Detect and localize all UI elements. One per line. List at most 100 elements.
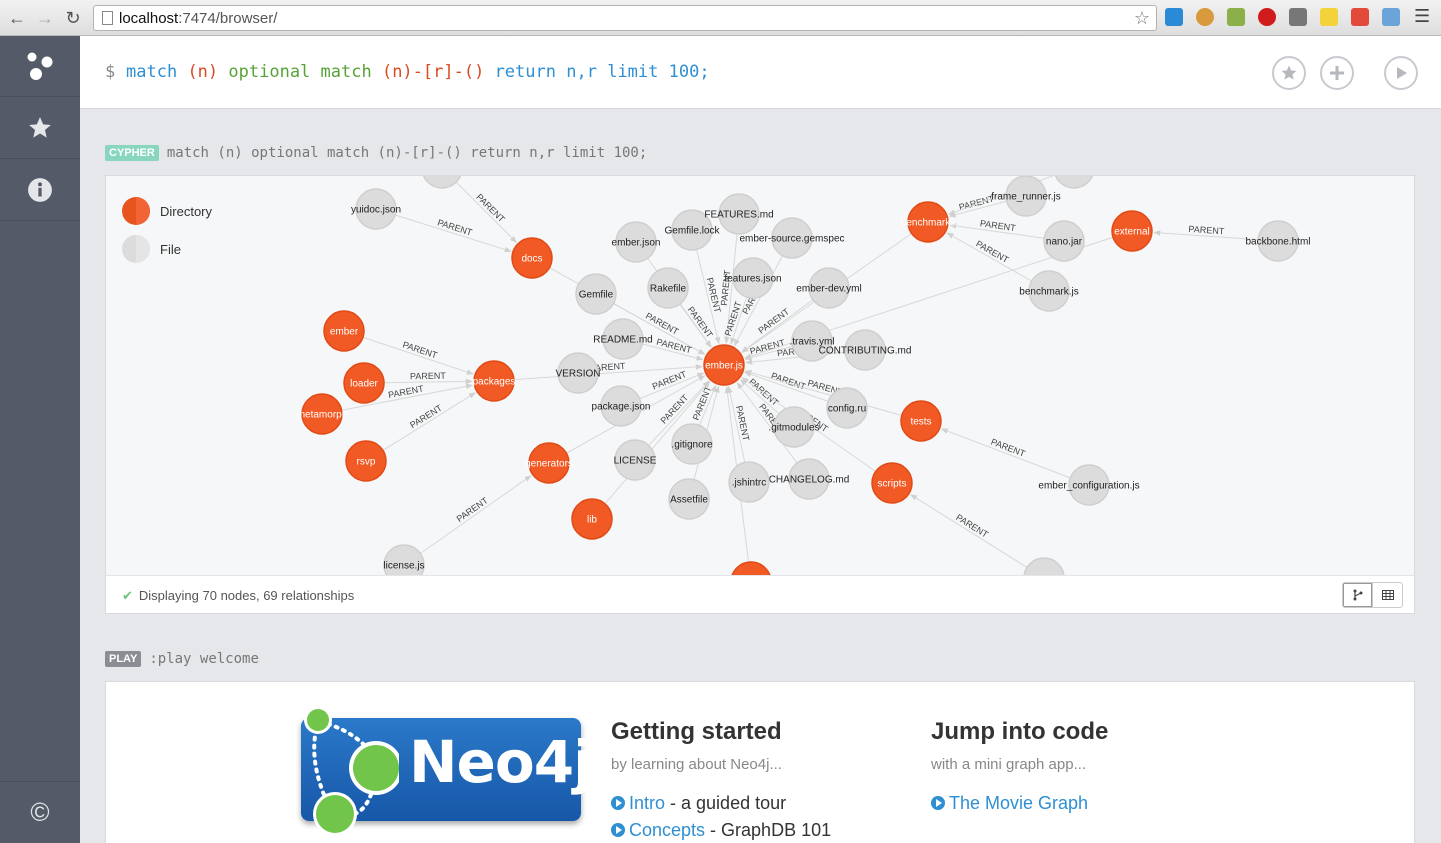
check-icon: ✔ bbox=[122, 588, 133, 603]
reload-icon[interactable]: ↻ bbox=[62, 7, 84, 29]
adblock-extension-icon[interactable] bbox=[1258, 8, 1276, 26]
file-node[interactable]: ember.json bbox=[612, 221, 661, 263]
directory-node[interactable]: generators bbox=[525, 442, 573, 484]
play-command-text[interactable]: :play welcome bbox=[149, 651, 259, 667]
file-node[interactable]: license.js bbox=[383, 544, 425, 575]
favorites-star-icon[interactable] bbox=[0, 98, 80, 159]
neo4j-logo-icon[interactable] bbox=[0, 36, 80, 97]
run-play-icon[interactable] bbox=[1384, 56, 1418, 90]
intro-link[interactable]: Intro bbox=[629, 793, 665, 813]
file-node[interactable]: package.json bbox=[592, 385, 651, 427]
file-node[interactable]: VERSION bbox=[555, 352, 601, 394]
intro-link-row[interactable]: Intro - a guided tour bbox=[611, 793, 831, 814]
info-icon[interactable] bbox=[0, 160, 80, 221]
graph-result-frame: PARENT PARENT PARENT PARENT PARENT PARENT PARE… bbox=[105, 175, 1415, 614]
directory-node[interactable]: scripts bbox=[871, 462, 913, 504]
file-node[interactable]: README.md bbox=[593, 318, 653, 360]
relationship-edge[interactable] bbox=[940, 428, 1071, 479]
node-label: LICENSE bbox=[614, 456, 657, 467]
node-label: .gitmodules bbox=[768, 423, 819, 434]
play-badge: PLAY bbox=[105, 651, 142, 667]
file-node[interactable]: config.ru bbox=[826, 387, 868, 429]
graph-view-button[interactable] bbox=[1343, 583, 1372, 607]
extension-icon[interactable] bbox=[1227, 8, 1245, 26]
query-input[interactable]: match (n) optional match (n)-[r]-() retu… bbox=[126, 62, 710, 82]
node-circle[interactable] bbox=[1023, 557, 1065, 575]
file-node[interactable] bbox=[1023, 557, 1065, 575]
node-label: yuidoc.json bbox=[351, 205, 401, 216]
file-node[interactable]: Gemfile bbox=[575, 273, 617, 315]
file-node[interactable]: backbone.html bbox=[1245, 220, 1311, 262]
relationship-label: PARENT bbox=[979, 218, 1016, 233]
legend-item-directory[interactable]: Directory bbox=[122, 192, 212, 230]
extension-icon[interactable] bbox=[1165, 8, 1183, 26]
directory-node[interactable]: docs bbox=[511, 237, 553, 279]
forward-arrow-icon[interactable]: → bbox=[34, 7, 56, 29]
directory-node[interactable]: loader bbox=[343, 362, 385, 404]
file-node[interactable]: Assetfile bbox=[668, 478, 710, 520]
relationship-edge[interactable] bbox=[946, 232, 1032, 282]
file-node[interactable]: .gitignore bbox=[671, 423, 713, 465]
file-node[interactable]: .jshintrc bbox=[728, 461, 770, 503]
file-node[interactable]: features.json bbox=[724, 257, 782, 299]
graph-visualization[interactable]: PARENTPARENTPARENTPARENTPARENT PARENT PARE… bbox=[106, 176, 1414, 575]
relationship-label: PARENT bbox=[1188, 224, 1225, 236]
add-plus-icon[interactable] bbox=[1320, 56, 1354, 90]
directory-node[interactable]: lib bbox=[571, 498, 613, 540]
directory-node[interactable]: ember.js bbox=[703, 344, 745, 386]
directory-node[interactable]: ember bbox=[323, 310, 365, 352]
copyright-icon[interactable]: © bbox=[0, 781, 80, 843]
directory-node[interactable]: external bbox=[1111, 210, 1153, 252]
graph-legend: Directory File bbox=[122, 192, 212, 268]
relationship-edge[interactable] bbox=[394, 214, 512, 253]
cookie-extension-icon[interactable] bbox=[1196, 8, 1214, 26]
node-circle[interactable] bbox=[422, 176, 462, 189]
directory-node[interactable]: tests bbox=[900, 400, 942, 442]
relationship-edge[interactable] bbox=[382, 392, 476, 451]
graph-canvas[interactable]: PARENT PARENT PARENT PARENT PARENT PARENT PARE… bbox=[106, 176, 1414, 575]
node-label: metamorph bbox=[297, 410, 348, 421]
directory-node[interactable]: metamorph bbox=[297, 393, 348, 435]
extension-icon[interactable] bbox=[1351, 8, 1369, 26]
query-editor[interactable]: $ match (n) optional match (n)-[r]-() re… bbox=[80, 36, 1441, 109]
file-node[interactable]: LICENSE bbox=[614, 439, 657, 481]
file-node[interactable]: frame_runner.js bbox=[991, 176, 1061, 217]
file-node[interactable]: nano.jar bbox=[1043, 220, 1085, 262]
directory-node[interactable]: packages bbox=[473, 360, 516, 402]
directory-node[interactable]: rsvp bbox=[345, 440, 387, 482]
concepts-link-row[interactable]: Concepts - GraphDB 101 bbox=[611, 820, 831, 841]
play-circle-icon bbox=[611, 823, 625, 837]
extension-icon[interactable] bbox=[1289, 8, 1307, 26]
relationship-edge[interactable] bbox=[910, 494, 1028, 568]
relationship-label: PARENT bbox=[408, 402, 444, 430]
movie-graph-link[interactable]: The Movie Graph bbox=[949, 793, 1088, 813]
concepts-link[interactable]: Concepts bbox=[629, 820, 705, 840]
legend-item-file[interactable]: File bbox=[122, 230, 212, 268]
back-arrow-icon[interactable]: ← bbox=[6, 7, 28, 29]
frame-query-text[interactable]: match (n) optional match (n)-[r]-() retu… bbox=[167, 145, 647, 161]
file-node[interactable]: yuidoc.json bbox=[351, 188, 401, 230]
table-view-button[interactable] bbox=[1372, 583, 1402, 607]
extension-icon[interactable] bbox=[1320, 8, 1338, 26]
directory-node[interactable] bbox=[731, 561, 771, 575]
file-node[interactable]: benchmark.js bbox=[1019, 270, 1079, 312]
node-circle[interactable] bbox=[1054, 176, 1094, 189]
file-node[interactable] bbox=[1054, 176, 1094, 189]
relationship-edge[interactable] bbox=[383, 378, 473, 385]
node-circle[interactable] bbox=[731, 561, 771, 575]
directory-node[interactable]: benchmarks bbox=[901, 201, 955, 243]
favorite-query-star-icon[interactable] bbox=[1272, 56, 1306, 90]
relationship-edge[interactable] bbox=[420, 475, 532, 554]
movie-graph-link-row[interactable]: The Movie Graph bbox=[931, 793, 1108, 814]
relationship-edge[interactable] bbox=[362, 336, 474, 375]
node-label: nano.jar bbox=[1046, 237, 1083, 248]
file-node[interactable]: CHANGELOG.md bbox=[769, 458, 850, 500]
menu-icon[interactable]: ☰ bbox=[1414, 6, 1430, 27]
address-bar[interactable]: localhost:7474/browser/ ☆ bbox=[93, 5, 1157, 31]
file-node[interactable]: ember-dev.yml bbox=[796, 267, 862, 309]
node-label: Assetfile bbox=[670, 495, 708, 506]
file-node[interactable]: Rakefile bbox=[647, 267, 689, 309]
bookmark-star-icon[interactable]: ☆ bbox=[1134, 8, 1150, 29]
file-node[interactable] bbox=[422, 176, 462, 189]
extension-icon[interactable] bbox=[1382, 8, 1400, 26]
